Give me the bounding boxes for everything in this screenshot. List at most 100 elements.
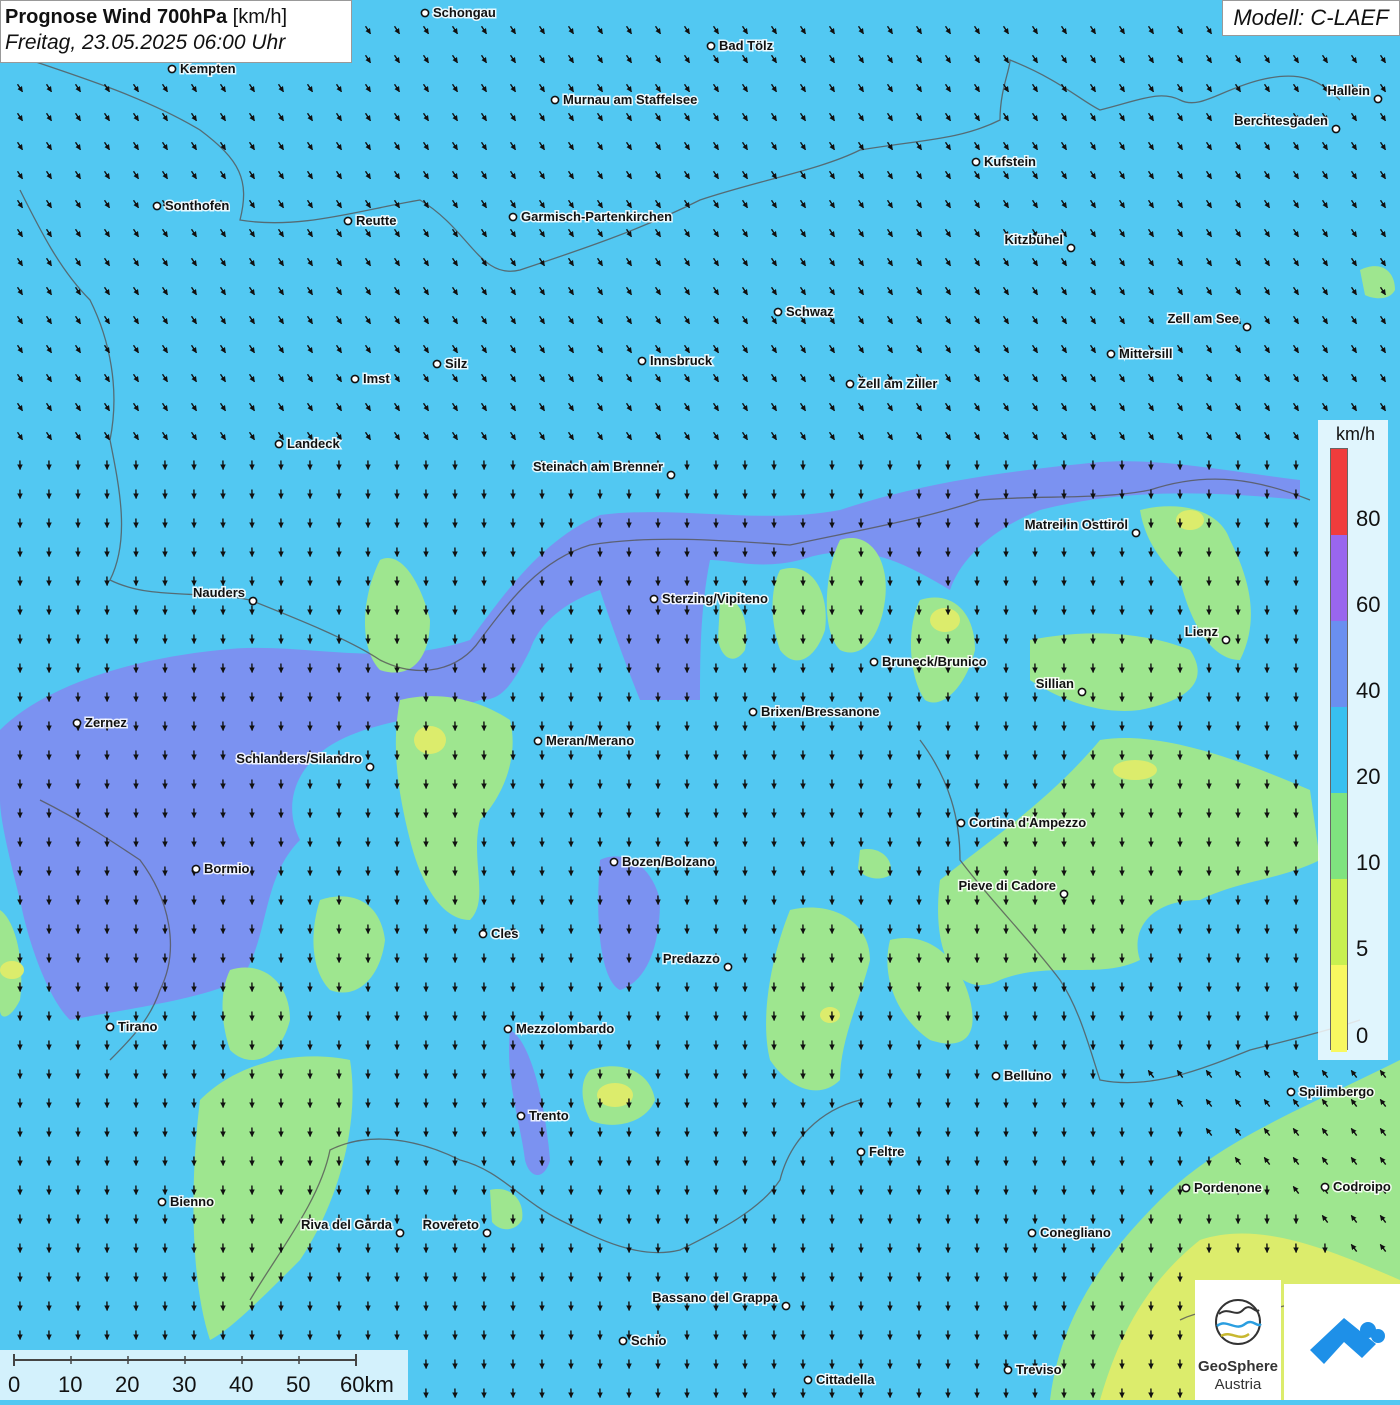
city-name: Bienno	[170, 1194, 214, 1209]
city-name: Kempten	[180, 61, 236, 76]
city-dot	[396, 1229, 403, 1236]
city-name: Bruneck/Brunico	[882, 654, 987, 669]
city-marker[interactable]: Murnau am Staffelsee	[551, 92, 697, 107]
city-name: Nauders	[193, 585, 245, 600]
city-dot	[1332, 125, 1339, 132]
app-logo[interactable]	[1284, 1284, 1400, 1400]
city-marker[interactable]: Spilimbergo	[1287, 1084, 1374, 1099]
city-dot	[1222, 636, 1229, 643]
scale-label: 60km	[340, 1372, 394, 1398]
geosphere-logo[interactable]: GeoSphere Austria	[1195, 1280, 1281, 1400]
city-name: Feltre	[869, 1144, 904, 1159]
scale-label: 20	[115, 1372, 139, 1398]
wind-map[interactable]: SchongauBad TölzKemptenMurnau am Staffel…	[0, 0, 1400, 1400]
city-name: Sillian	[1036, 676, 1074, 691]
map-title-main: Prognose Wind 700hPa	[5, 6, 227, 28]
city-name: Imst	[363, 371, 390, 386]
app-cloud-icon	[1284, 1284, 1400, 1400]
city-dot	[1004, 1366, 1011, 1373]
legend-tick: 5	[1356, 936, 1368, 962]
city-dot	[774, 308, 781, 315]
city-marker[interactable]: Bruneck/Brunico	[870, 654, 986, 669]
city-name: Steinach am Brenner	[533, 459, 663, 474]
city-marker[interactable]: Sterzing/Vipiteno	[650, 591, 768, 606]
city-dot	[846, 380, 853, 387]
city-dot	[509, 213, 516, 220]
wind-band-yellow	[414, 726, 446, 754]
legend-color-segment	[1331, 535, 1347, 622]
geosphere-sub: Austria	[1195, 1376, 1281, 1393]
city-dot	[724, 963, 731, 970]
city-marker[interactable]: Pordenone	[1182, 1180, 1262, 1195]
city-dot	[479, 930, 486, 937]
geosphere-swirl-icon	[1195, 1284, 1281, 1360]
city-dot	[782, 1302, 789, 1309]
city-marker[interactable]: Zell am Ziller	[846, 376, 937, 391]
city-dot	[992, 1072, 999, 1079]
city-marker[interactable]: Mezzolombardo	[504, 1021, 614, 1036]
scale-label: 10	[58, 1372, 82, 1398]
city-dot	[483, 1229, 490, 1236]
city-dot	[707, 42, 714, 49]
city-dot	[1182, 1184, 1189, 1191]
city-name: Matrei in Osttirol	[1025, 517, 1128, 532]
city-dot	[1321, 1183, 1328, 1190]
city-dot	[517, 1112, 524, 1119]
city-name: Murnau am Staffelsee	[563, 92, 697, 107]
city-marker[interactable]: Innsbruck	[638, 353, 712, 368]
scale-label: 30	[172, 1372, 196, 1398]
city-dot	[650, 595, 657, 602]
city-dot	[1374, 95, 1381, 102]
legend-tick: 10	[1356, 850, 1380, 876]
city-dot	[433, 360, 440, 367]
city-name: Codroipo	[1333, 1179, 1391, 1194]
scale-label: 50	[286, 1372, 310, 1398]
city-name: Sterzing/Vipiteno	[662, 591, 768, 606]
city-name: Pordenone	[1194, 1180, 1262, 1195]
city-name: Garmisch-Partenkirchen	[521, 209, 672, 224]
city-name: Zell am Ziller	[858, 376, 937, 391]
city-dot	[73, 719, 80, 726]
model-label: Modell: C-LAEF	[1222, 0, 1400, 36]
city-name: Cles	[491, 926, 518, 941]
legend-color-segment	[1331, 879, 1347, 966]
legend-tick: 40	[1356, 678, 1380, 704]
city-name: Cittadella	[816, 1372, 875, 1387]
city-dot	[1078, 688, 1085, 695]
city-dot	[351, 375, 358, 382]
city-marker[interactable]: Bozen/Bolzano	[610, 854, 715, 869]
legend-color-segment	[1331, 449, 1347, 536]
city-name: Silz	[445, 356, 468, 371]
city-dot	[168, 65, 175, 72]
city-name: Meran/Merano	[546, 733, 634, 748]
legend-color-segment	[1331, 965, 1347, 1052]
city-dot	[1107, 350, 1114, 357]
city-marker[interactable]: Garmisch-Partenkirchen	[509, 209, 672, 224]
city-dot	[551, 96, 558, 103]
city-marker[interactable]: Conegliano	[1028, 1225, 1110, 1240]
city-dot	[749, 708, 756, 715]
city-name: Mittersill	[1119, 346, 1172, 361]
city-dot	[1067, 244, 1074, 251]
legend-tick: 20	[1356, 764, 1380, 790]
wind-band-yellow	[820, 1007, 840, 1023]
city-name: Pieve di Cadore	[958, 878, 1056, 893]
city-name: Zernez	[85, 715, 127, 730]
city-marker[interactable]: Brixen/Bressanone	[749, 704, 879, 719]
legend-unit: km/h	[1336, 424, 1375, 445]
city-marker[interactable]: Cortina d'Ampezzo	[957, 815, 1086, 830]
city-marker[interactable]: Schongau	[421, 5, 495, 20]
map-title: Prognose Wind 700hPa [km/h]	[5, 4, 347, 30]
city-marker[interactable]: Sonthofen	[153, 198, 229, 213]
city-name: Schio	[631, 1333, 666, 1348]
city-name: Hallein	[1327, 83, 1370, 98]
city-marker[interactable]: Meran/Merano	[534, 733, 634, 748]
city-dot	[534, 737, 541, 744]
legend-color-segment	[1331, 707, 1347, 794]
legend-tick: 60	[1356, 592, 1380, 618]
city-dot	[638, 357, 645, 364]
city-marker[interactable]: Cittadella	[804, 1372, 875, 1387]
city-name: Kufstein	[984, 154, 1036, 169]
city-dot	[870, 658, 877, 665]
city-name: Tirano	[118, 1019, 158, 1034]
